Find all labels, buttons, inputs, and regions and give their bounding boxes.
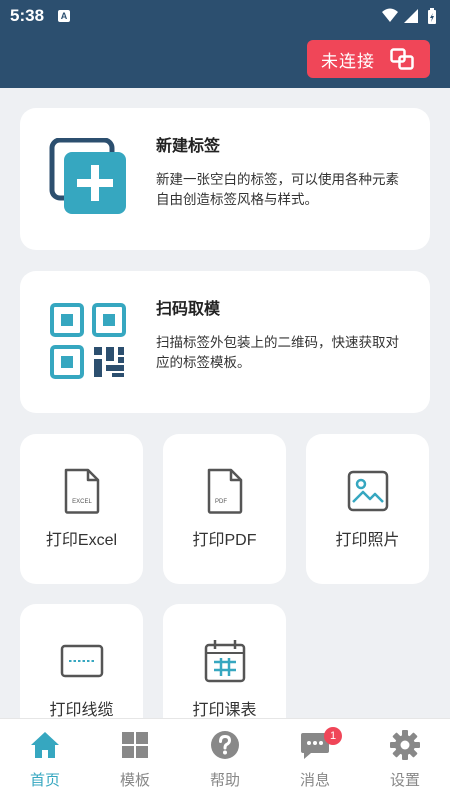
battery-icon — [428, 8, 436, 24]
photo-icon — [347, 470, 389, 512]
cable-label-icon — [60, 644, 104, 678]
scan-template-title: 扫码取模 — [156, 301, 221, 318]
grid-icon — [122, 732, 148, 758]
print-pdf-label: 打印PDF — [192, 532, 257, 549]
app-header: 未连接 — [0, 32, 450, 88]
scan-template-description: 扫描标签外包装上的二维码，快速获取对应的标签模板。 — [156, 335, 399, 370]
excel-icon-text: EXCEL — [72, 499, 92, 505]
nav-messages-label: 消息 — [299, 772, 330, 789]
help-icon — [211, 731, 239, 759]
excel-file-icon: EXCEL — [64, 468, 100, 514]
notification-icon: A — [58, 10, 70, 22]
nav-help-label: 帮助 — [209, 772, 240, 789]
print-cable-label: 打印线缆 — [49, 702, 114, 719]
bottom-navigation: 首页 模板 帮助 1 消息 设置 — [0, 718, 450, 800]
connect-printer-button[interactable]: 未连接 — [307, 40, 430, 78]
connect-icon — [390, 48, 414, 70]
signal-icon — [404, 9, 418, 23]
nav-help[interactable]: 帮助 — [180, 719, 270, 800]
connect-status-label: 未连接 — [321, 51, 375, 71]
new-label-card[interactable]: 新建标签 新建一张空白的标签，可以使用各种元素自由创造标签风格与样式。 — [20, 108, 430, 250]
pdf-icon-text: PDF — [215, 499, 227, 505]
nav-home[interactable]: 首页 — [0, 719, 90, 800]
status-time: 5:38 — [10, 6, 45, 25]
wifi-icon — [382, 8, 398, 22]
qr-code-icon — [50, 303, 126, 379]
message-count-badge: 1 — [324, 727, 342, 745]
print-timetable-label: 打印课表 — [192, 702, 257, 719]
new-label-description: 新建一张空白的标签，可以使用各种元素自由创造标签风格与样式。 — [156, 172, 399, 207]
print-photo-label: 打印照片 — [335, 532, 400, 549]
nav-settings[interactable]: 设置 — [360, 719, 450, 800]
print-pdf-tile[interactable]: PDF 打印PDF — [163, 434, 286, 584]
new-label-title: 新建标签 — [156, 138, 221, 155]
nav-home-label: 首页 — [29, 772, 60, 789]
scan-template-card[interactable]: 扫码取模 扫描标签外包装上的二维码，快速获取对应的标签模板。 — [20, 271, 430, 413]
nav-templates-label: 模板 — [119, 772, 150, 789]
print-excel-label: 打印Excel — [45, 532, 118, 549]
home-icon — [31, 732, 59, 758]
pdf-file-icon: PDF — [207, 468, 243, 514]
timetable-icon — [204, 640, 246, 683]
status-bar: 5:38 A — [0, 0, 450, 32]
nav-settings-label: 设置 — [389, 772, 420, 789]
print-photo-tile[interactable]: 打印照片 — [306, 434, 429, 584]
gear-icon — [390, 730, 420, 760]
new-label-icon — [49, 138, 126, 214]
system-status-icons — [382, 8, 436, 24]
nav-messages[interactable]: 1 消息 — [270, 719, 360, 800]
print-excel-tile[interactable]: EXCEL 打印Excel — [20, 434, 143, 584]
nav-templates[interactable]: 模板 — [90, 719, 180, 800]
